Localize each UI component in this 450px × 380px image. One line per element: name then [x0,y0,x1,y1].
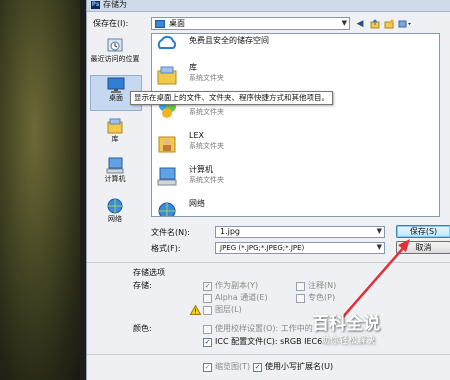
watermark-title: 百科全说 [312,314,380,334]
watermark-subtitle: 助你轻松解决 [321,336,376,346]
watermark: 百科全说 助你轻松解决 [312,309,412,351]
